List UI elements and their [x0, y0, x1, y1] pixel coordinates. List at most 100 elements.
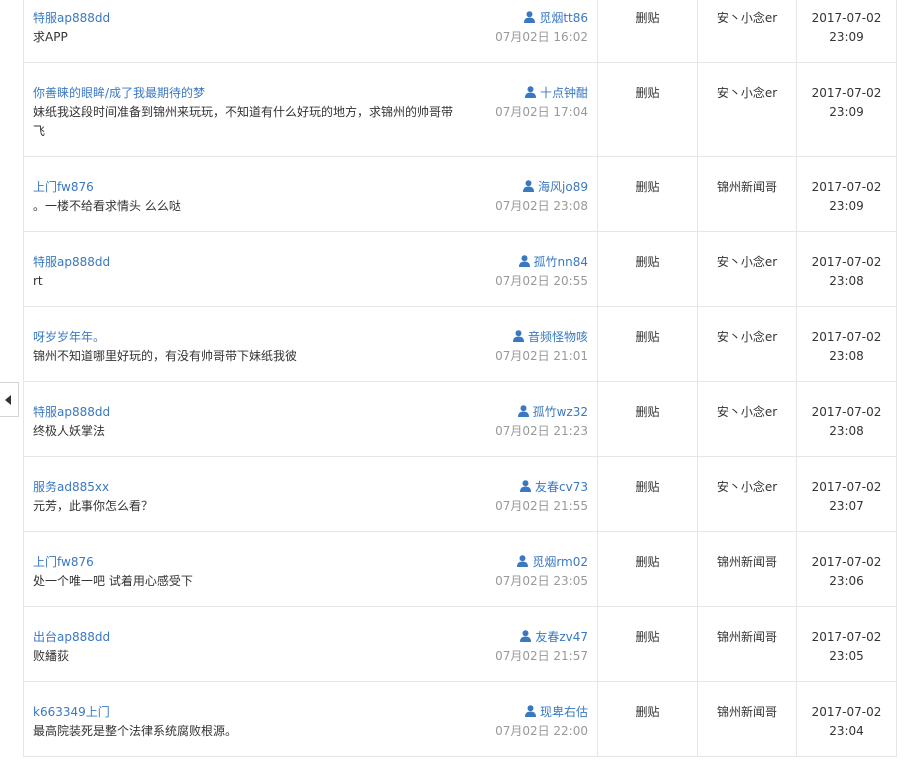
table-row: 特服ap888dd 求APP 觅烟tt86 07月02日 16:02 删贴 安丶小念er 2…	[24, 0, 896, 63]
author-link[interactable]: 孤竹nn84	[518, 253, 588, 270]
operation-clock: 23:09	[829, 105, 864, 119]
operation-time-cell: 2017-07-02 23:07	[797, 457, 896, 531]
thread-content: 妹纸我这段时间准备到锦州来玩玩，不知道有什么好玩的地方，求锦州的帅哥带飞	[33, 105, 454, 138]
operation-date: 2017-07-02	[811, 86, 882, 100]
thread-title-link[interactable]: 你善睐的眼眸/成了我最期待的梦	[33, 84, 205, 101]
thread-cell: k663349上门最高院装死是整个法律系统腐败根源。 现卑右估 07月02日 22:…	[24, 682, 598, 756]
thread-title-link[interactable]: 呀岁岁年年。	[33, 328, 105, 345]
thread-content: 求APP	[33, 30, 68, 44]
author-name[interactable]: 音频怪物咳	[528, 330, 588, 344]
thread-title-link[interactable]: 服务ad885xx	[33, 478, 109, 495]
operation-time-cell: 2017-07-02 23:04	[797, 682, 896, 756]
operation-time-cell: 2017-07-02 23:08	[797, 232, 896, 306]
thread-content: 终极人妖掌法	[33, 424, 106, 438]
action-cell: 删贴	[598, 232, 698, 306]
operation-clock: 23:08	[829, 424, 864, 438]
operator-cell: 安丶小念er	[698, 457, 797, 531]
operator-name: 安丶小念er	[716, 330, 778, 344]
thread-cell: 你善睐的眼眸/成了我最期待的梦妹纸我这段时间准备到锦州来玩玩，不知道有什么好玩的…	[24, 63, 598, 156]
operator-cell: 锦州新闻哥	[698, 532, 797, 606]
operation-time-cell: 2017-07-02 23:08	[797, 307, 896, 381]
author-link[interactable]: 觅烟rm02	[517, 553, 588, 570]
thread-title-link[interactable]: k663349上门	[33, 703, 110, 720]
action-cell: 删贴	[598, 63, 698, 156]
operator-name: 安丶小念er	[716, 405, 778, 419]
table-row: k663349上门最高院装死是整个法律系统腐败根源。 现卑右估 07月02日 22:…	[24, 682, 896, 757]
operator-cell: 锦州新闻哥	[698, 157, 797, 231]
author-link[interactable]: 友春zv47	[520, 628, 588, 645]
thread-title-link[interactable]: 特服ap888dd	[33, 253, 110, 270]
operation-time-cell: 2017-07-02 23:09	[797, 63, 896, 156]
thread-title-link[interactable]: 特服ap888dd	[33, 9, 110, 26]
post-time: 07月02日 21:55	[495, 499, 588, 513]
post-time: 07月02日 23:08	[495, 199, 588, 213]
operation-time-cell: 2017-07-02 23:09	[797, 157, 896, 231]
thread-cell: 特服ap888dd 求APP 觅烟tt86 07月02日 16:02	[24, 0, 598, 62]
operator-name: 安丶小念er	[716, 255, 778, 269]
action-type: 删贴	[635, 555, 660, 569]
action-type: 删贴	[635, 86, 660, 100]
operation-time-cell: 2017-07-02 23:05	[797, 607, 896, 681]
thread-cell: 特服ap888dd rt 孤竹nn84 07月02日 20:55	[24, 232, 598, 306]
thread-title-link[interactable]: 上门fw876	[33, 553, 94, 570]
action-type: 删贴	[635, 705, 660, 719]
action-type: 删贴	[635, 180, 660, 194]
user-icon	[524, 86, 536, 98]
post-time: 07月02日 21:23	[495, 424, 588, 438]
author-name[interactable]: 十点钟酣	[540, 86, 588, 100]
thread-title-link[interactable]: 特服ap888dd	[33, 403, 110, 420]
author-link[interactable]: 音频怪物咳	[512, 328, 588, 345]
operation-time-cell: 2017-07-02 23:06	[797, 532, 896, 606]
operation-clock: 23:08	[829, 349, 864, 363]
thread-content: 最高院装死是整个法律系统腐败根源。	[33, 724, 238, 738]
thread-content: 锦州不知道哪里好玩的，有没有帅哥带下妹纸我彼	[33, 349, 298, 363]
author-name[interactable]: 现卑右估	[540, 705, 588, 719]
author-link[interactable]: 孤竹wz32	[517, 403, 588, 420]
page: 特服ap888dd 求APP 觅烟tt86 07月02日 16:02 删贴 安丶小念er 2…	[0, 0, 918, 762]
post-time: 07月02日 21:01	[495, 349, 588, 363]
user-icon	[520, 480, 532, 492]
author-name[interactable]: 觅烟rm02	[532, 555, 588, 569]
caret-left-icon	[5, 395, 11, 405]
author-link[interactable]: 十点钟酣	[524, 84, 588, 101]
sidebar-collapse-toggle[interactable]	[0, 382, 19, 417]
operation-clock: 23:08	[829, 274, 864, 288]
action-cell: 删贴	[598, 682, 698, 756]
thread-content: rt	[33, 274, 43, 288]
table-row: 上门fw876 处一个唯一吧 试着用心感受下 觅烟rm02 07月02日 23:05 删…	[24, 532, 896, 607]
author-name[interactable]: 友春zv47	[535, 630, 588, 644]
thread-cell: 呀岁岁年年。锦州不知道哪里好玩的，有没有帅哥带下妹纸我彼 音频怪物咳 07月02日 …	[24, 307, 598, 381]
author-link[interactable]: 现卑右估	[524, 703, 588, 720]
author-link[interactable]: 觅烟tt86	[524, 9, 588, 26]
operation-date: 2017-07-02	[811, 630, 882, 644]
author-name[interactable]: 孤竹wz32	[533, 405, 588, 419]
post-time: 07月02日 20:55	[495, 274, 588, 288]
author-link[interactable]: 海风jo89	[523, 178, 588, 195]
post-time: 07月02日 22:00	[495, 724, 588, 738]
operation-clock: 23:09	[829, 30, 864, 44]
operation-time-cell: 2017-07-02 23:09	[797, 0, 896, 62]
user-icon	[517, 405, 529, 417]
post-time: 07月02日 23:05	[495, 574, 588, 588]
thread-title-link[interactable]: 上门fw876	[33, 178, 94, 195]
author-name[interactable]: 孤竹nn84	[534, 255, 588, 269]
thread-cell: 上门fw876 处一个唯一吧 试着用心感受下 觅烟rm02 07月02日 23:05	[24, 532, 598, 606]
action-cell: 删贴	[598, 532, 698, 606]
operator-name: 锦州新闻哥	[716, 705, 777, 719]
author-name[interactable]: 海风jo89	[538, 180, 588, 194]
thread-title-link[interactable]: 出台ap888dd	[33, 628, 110, 645]
operation-clock: 23:06	[829, 574, 864, 588]
operator-cell: 安丶小念er	[698, 382, 797, 456]
operation-date: 2017-07-02	[811, 330, 882, 344]
action-type: 删贴	[635, 480, 660, 494]
table-row: 你善睐的眼眸/成了我最期待的梦妹纸我这段时间准备到锦州来玩玩，不知道有什么好玩的…	[24, 63, 896, 157]
operator-cell: 安丶小念er	[698, 232, 797, 306]
action-type: 删贴	[635, 630, 660, 644]
table-row: 服务ad885xx 元芳，此事你怎么看？ 友春cv73 07月02日 21:55 删贴 安…	[24, 457, 896, 532]
author-link[interactable]: 友春cv73	[520, 478, 588, 495]
thread-content: 处一个唯一吧 试着用心感受下	[33, 574, 193, 588]
author-name[interactable]: 友春cv73	[535, 480, 588, 494]
user-icon	[520, 630, 532, 642]
table-row: 呀岁岁年年。锦州不知道哪里好玩的，有没有帅哥带下妹纸我彼 音频怪物咳 07月02日 …	[24, 307, 896, 382]
author-name[interactable]: 觅烟tt86	[539, 11, 588, 25]
